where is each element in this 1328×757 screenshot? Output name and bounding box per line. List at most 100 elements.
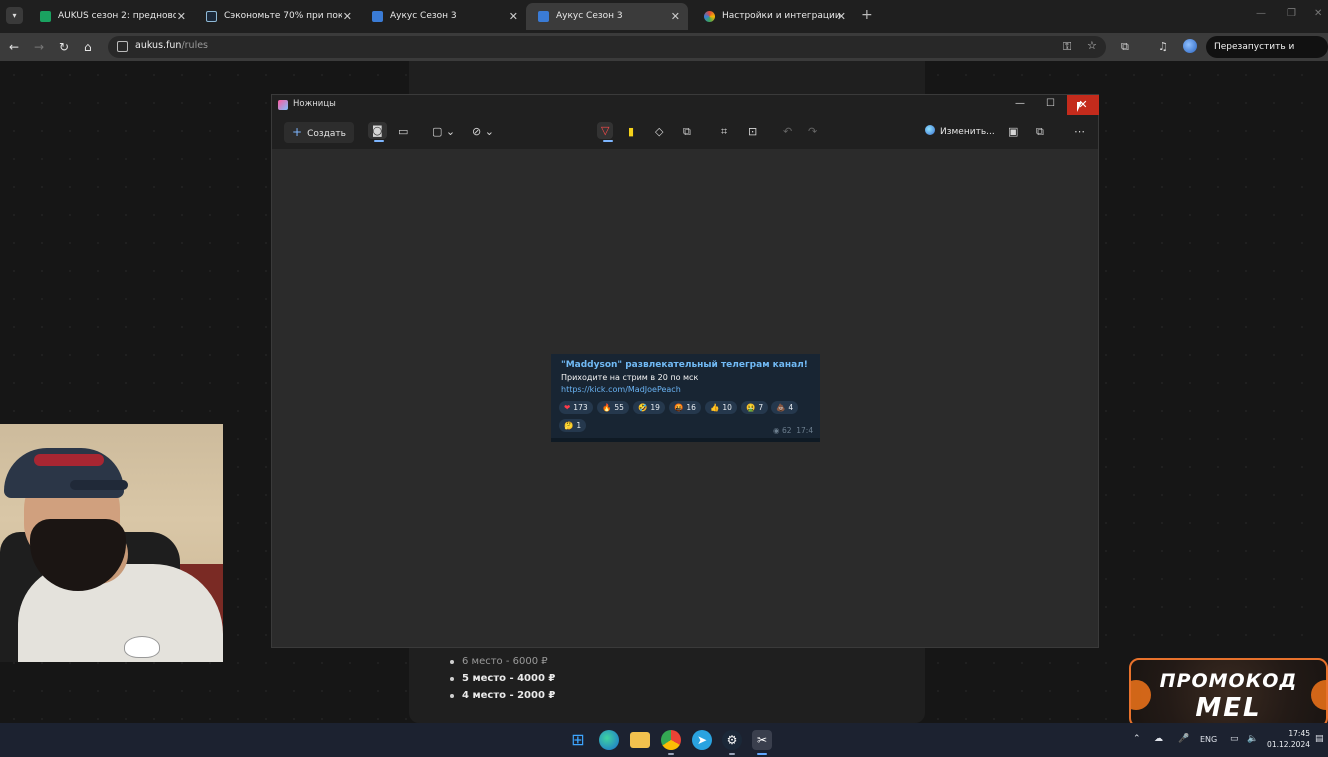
list-item: 4 место - 2000 ₽ [447, 687, 555, 704]
text-actions-icon[interactable]: ⊡ [748, 125, 757, 138]
url-text: aukus.fun/rules [135, 40, 208, 51]
maximize-icon[interactable]: ☐ [1046, 98, 1055, 109]
message-title: "Maddyson" развлекательный телеграм кана… [561, 360, 808, 370]
profile-avatar[interactable] [1183, 39, 1197, 53]
snipping-tool-icon [278, 100, 288, 110]
reaction-cursing[interactable]: 🤬 16 [669, 401, 701, 414]
paint-globe-icon [925, 125, 935, 135]
clock[interactable]: 17:45 01.12.2024 [1264, 728, 1310, 750]
redo-icon[interactable]: ↷ [808, 125, 817, 138]
telegram-icon[interactable]: ➤ [692, 730, 712, 750]
camera-icon[interactable]: ◙ [368, 122, 387, 142]
telegram-message: "Maddyson" развлекательный телеграм кана… [551, 354, 820, 442]
reaction-thumbs-up[interactable]: 👍 10 [705, 401, 737, 414]
chrome-icon[interactable] [661, 730, 681, 750]
puzzle-icon[interactable]: ⧉ [1121, 40, 1129, 53]
reaction-rofl[interactable]: 🤣 19 [633, 401, 665, 414]
pen-icon[interactable]: ▽ [597, 122, 614, 142]
active-indicator [757, 753, 767, 755]
webcam-overlay [0, 424, 223, 662]
file-explorer-icon[interactable] [630, 732, 650, 748]
tab-aukus-season3[interactable]: Аукус Сезон 3 ✕ [360, 3, 526, 30]
browser-tab-bar: ▾ AUKUS сезон 2: предновогодний ✕ Сэконо… [0, 0, 1328, 33]
network-icon[interactable]: ▭ [1230, 734, 1239, 744]
aukus-icon [372, 11, 383, 22]
promo-label: ПРОМОКОД [1159, 670, 1298, 692]
aukus-icon [538, 11, 549, 22]
reload-icon[interactable]: ↻ [59, 39, 69, 55]
eye-icon: ◉ [773, 426, 780, 435]
highlighter-icon[interactable]: ▮ [628, 125, 634, 138]
tab-search-icon[interactable]: ▾ [6, 7, 23, 24]
copy-icon[interactable]: ⧉ [1036, 125, 1044, 138]
message-divider [551, 438, 820, 442]
more-icon[interactable]: ⋯ [1074, 125, 1085, 138]
undo-icon[interactable]: ↶ [783, 125, 792, 138]
tab-aukus-season3-active[interactable]: Аукус Сезон 3 ✕ [526, 3, 688, 30]
plus-icon: + [292, 125, 303, 139]
home-icon[interactable]: ⌂ [84, 39, 92, 55]
notifications-icon[interactable]: ▤ [1315, 734, 1324, 744]
edge-icon[interactable] [599, 730, 619, 750]
site-info-icon[interactable] [117, 41, 128, 52]
video-icon[interactable]: ▭ [398, 125, 408, 138]
cloud-icon[interactable]: ☁ [1154, 734, 1163, 744]
close-icon[interactable]: ✕ [837, 3, 846, 30]
shapes-icon[interactable]: ⧉ [683, 125, 691, 138]
snipping-tool-icon[interactable]: ✂ [752, 730, 772, 750]
message-text: Приходите на стрим в 20 по мск [561, 373, 699, 382]
promo-badge: ПРОМОКОД MEL [1129, 658, 1328, 728]
star-icon[interactable]: ☆ [1087, 39, 1097, 52]
tab-settings-integrations[interactable]: Настройки и интеграции ✕ [692, 3, 854, 30]
crop-icon[interactable]: ⌗ [721, 125, 727, 138]
tab-steam-sale[interactable]: Сэкономьте 70% при покупке ✕ [194, 3, 360, 30]
rectangle-mode-icon[interactable]: ▢ ⌄ [432, 125, 455, 138]
close-icon[interactable]: ✕ [177, 3, 186, 30]
clock-date: 01.12.2024 [1267, 740, 1310, 749]
volume-icon[interactable]: 🔈 [1247, 734, 1258, 744]
windows-start-icon[interactable]: ⊞ [568, 730, 588, 750]
eraser-icon[interactable]: ◇ [655, 125, 663, 138]
taskbar: ⊞ ➤ ⚙ ✂ ⌃ ☁ 🎤 ENG ▭ 🔈 17:45 01.12.2024 ▤ [0, 723, 1328, 757]
steam-icon[interactable]: ⚙ [722, 730, 742, 750]
sheets-icon [40, 11, 51, 22]
edit-with-button[interactable]: Изменить... [925, 125, 995, 137]
mouse-cursor-icon [1077, 102, 1082, 112]
forward-arrow-icon[interactable]: → [34, 39, 44, 55]
reaction-poop[interactable]: 💩 4 [771, 401, 799, 414]
reaction-thinking[interactable]: 🤔 1 [559, 419, 587, 432]
close-icon[interactable]: ✕ [671, 3, 680, 30]
media-control-icon[interactable]: ♫ [1158, 40, 1168, 53]
key-icon[interactable]: ⚿ [1063, 40, 1071, 53]
new-snip-button[interactable]: + Создать [284, 122, 354, 143]
message-link[interactable]: https://kick.com/MadJoePeach [561, 385, 681, 394]
close-icon[interactable]: ✕ [509, 3, 518, 30]
settings-colorful-icon [704, 11, 715, 22]
reaction-fire[interactable]: 🔥 55 [597, 401, 629, 414]
snip-toolbar: + Создать ◙ ▭ ▢ ⌄ ⊘ ⌄ ▽ ▮ ◇ ⧉ ⌗ ⊡ ↶ ↷ Изм… [272, 115, 1098, 149]
list-item: 6 место - 6000 ₽ [447, 653, 555, 670]
reaction-heart[interactable]: ❤ 173 [559, 401, 593, 414]
window-close-icon[interactable]: ✕ [1314, 8, 1322, 19]
list-item: 5 место - 4000 ₽ [447, 670, 555, 687]
running-indicator [668, 753, 674, 755]
snip-close-button[interactable]: ✕ [1067, 95, 1099, 115]
language-indicator[interactable]: ENG [1200, 735, 1217, 744]
webcam-cap-brim [70, 480, 128, 490]
microphone-icon[interactable]: 🎤 [1178, 734, 1189, 744]
save-icon[interactable]: ▣ [1008, 125, 1018, 138]
minimize-icon[interactable]: — [1256, 8, 1266, 19]
minimize-icon[interactable]: — [1015, 98, 1025, 109]
webcam-cap-stripe [34, 454, 104, 466]
timer-icon[interactable]: ⊘ ⌄ [472, 125, 494, 138]
address-bar[interactable]: aukus.fun/rules ⚿ ☆ [108, 36, 1106, 58]
snip-title-bar: Ножницы — ☐ ✕ [272, 95, 1099, 115]
new-tab-plus-icon[interactable]: + [861, 8, 873, 22]
back-arrow-icon[interactable]: ← [9, 39, 19, 55]
restore-icon[interactable]: ❐ [1287, 8, 1296, 19]
tab-aukus-season2[interactable]: AUKUS сезон 2: предновогодний ✕ [28, 3, 194, 30]
restart-update-button[interactable]: Перезапустить и обновить ⋮ [1206, 36, 1328, 74]
chevron-up-icon[interactable]: ⌃ [1133, 734, 1141, 744]
reaction-vomit[interactable]: 🤮 7 [741, 401, 769, 414]
close-icon[interactable]: ✕ [343, 3, 352, 30]
